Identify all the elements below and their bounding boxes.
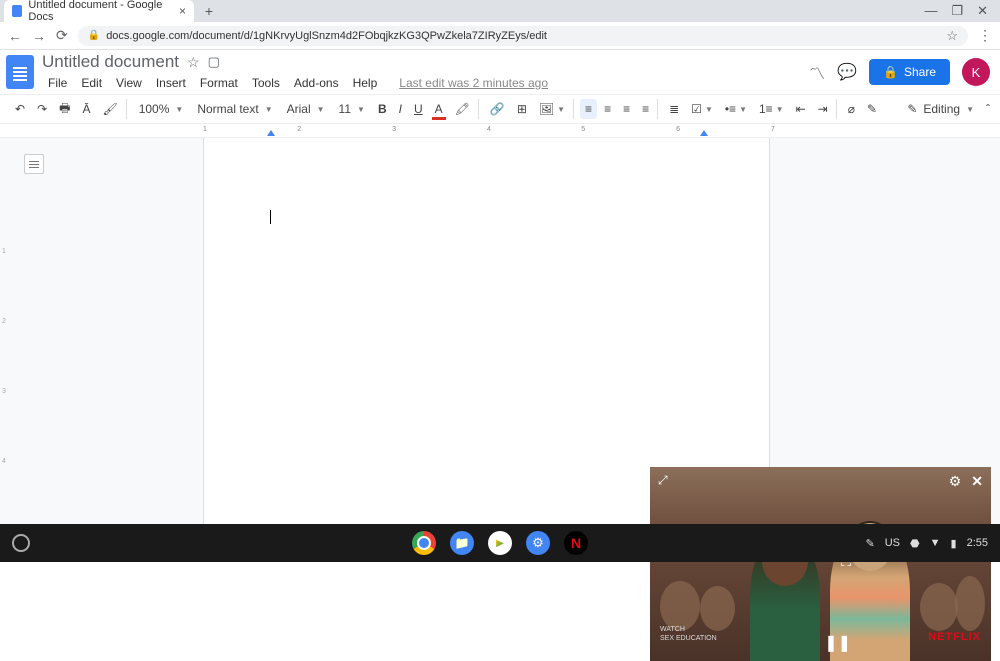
text-color-icon[interactable]: A: [430, 99, 448, 119]
print-icon[interactable]: 🖶: [54, 96, 75, 123]
docs-favicon: [12, 5, 22, 17]
move-folder-icon[interactable]: ▢: [208, 54, 220, 70]
star-document-icon[interactable]: ☆: [187, 54, 200, 71]
netflix-app-icon[interactable]: [564, 531, 588, 555]
horizontal-ruler[interactable]: 1 2 3 4 5 6 7: [0, 124, 1000, 138]
numbered-list-icon[interactable]: 1≡▼: [754, 99, 789, 119]
docs-logo-icon[interactable]: [6, 55, 34, 89]
ime-indicator[interactable]: US: [885, 537, 900, 549]
menu-edit[interactable]: Edit: [75, 74, 108, 92]
align-right-icon[interactable]: ≡: [618, 99, 635, 119]
system-tray[interactable]: ✎ US ⬣ ▼ ▮ 2:55: [866, 537, 988, 550]
lock-icon: 🔒: [88, 30, 100, 41]
pencil-icon: ✎: [907, 102, 917, 116]
address-bar: ← → ⟳ 🔒 docs.google.com/document/d/1gNKr…: [0, 22, 1000, 50]
undo-icon[interactable]: ↶: [10, 99, 30, 119]
align-left-icon[interactable]: ≡: [580, 99, 597, 119]
insert-link-icon[interactable]: 🔗: [485, 99, 510, 119]
align-justify-icon[interactable]: ≡: [637, 99, 658, 119]
italic-icon[interactable]: I: [394, 99, 407, 119]
menu-tools[interactable]: Tools: [246, 74, 286, 92]
share-button[interactable]: 🔒 Share: [869, 59, 950, 85]
back-icon[interactable]: ←: [8, 28, 22, 44]
user-avatar[interactable]: K: [962, 58, 990, 86]
underline-icon[interactable]: U: [409, 99, 428, 119]
url-text: docs.google.com/document/d/1gNKrvyUglSnz…: [106, 30, 547, 42]
zoom-dropdown[interactable]: 100%▼: [133, 100, 190, 118]
document-canvas: 1234 ⤢ ⚙ ✕ ⛶ ❚❚ WATCH SEX EDUCATION NETF…: [0, 138, 1000, 562]
right-indent-marker[interactable]: [700, 130, 708, 136]
menu-view[interactable]: View: [110, 74, 148, 92]
clock[interactable]: 2:55: [967, 537, 988, 549]
paint-format-icon[interactable]: 🖌: [97, 99, 126, 119]
pip-window[interactable]: ⤢ ⚙ ✕ ⛶ ❚❚ WATCH SEX EDUCATION NETFLIX: [650, 467, 991, 661]
wifi-icon[interactable]: ▼: [930, 537, 941, 549]
bold-icon[interactable]: B: [373, 99, 392, 119]
bulleted-list-icon[interactable]: •≡▼: [720, 99, 752, 119]
tab-title: Untitled document - Google Docs: [28, 0, 169, 23]
stylus-icon[interactable]: ✎: [866, 537, 875, 550]
styles-dropdown[interactable]: Normal text▼: [191, 100, 278, 118]
forward-icon[interactable]: →: [32, 28, 46, 44]
collapse-toolbar-icon[interactable]: ˆ: [986, 102, 990, 116]
input-tools-icon[interactable]: ✎: [862, 99, 882, 119]
browser-tab-strip: Untitled document - Google Docs × + — ❐ …: [0, 0, 1000, 22]
menu-bar: File Edit View Insert Format Tools Add-o…: [42, 74, 554, 92]
menu-help[interactable]: Help: [347, 74, 384, 92]
menu-file[interactable]: File: [42, 74, 73, 92]
browser-tab[interactable]: Untitled document - Google Docs ×: [4, 0, 194, 22]
document-outline-button[interactable]: [24, 154, 44, 174]
insert-image-icon[interactable]: 🖼▼: [534, 99, 574, 119]
settings-app-icon[interactable]: [526, 531, 550, 555]
increase-indent-icon[interactable]: ⇥: [813, 99, 837, 119]
browser-menu-icon[interactable]: ⋮: [978, 27, 992, 44]
left-indent-marker[interactable]: [267, 130, 275, 136]
notifications-icon[interactable]: ⬣: [910, 537, 920, 550]
activity-trend-icon[interactable]: 〽: [809, 60, 825, 84]
toolbar: ↶ ↷ 🖶 Ā 🖌 100%▼ Normal text▼ Arial▼ 11▼ …: [0, 94, 1000, 124]
docs-header: Untitled document ☆ ▢ File Edit View Ins…: [0, 50, 1000, 94]
spellcheck-icon[interactable]: Ā: [77, 99, 95, 119]
pip-back-icon[interactable]: ⤢: [658, 473, 668, 490]
reload-icon[interactable]: ⟳: [56, 27, 68, 44]
close-window-icon[interactable]: ✕: [977, 3, 988, 19]
line-spacing-icon[interactable]: ≣: [664, 99, 684, 119]
url-input[interactable]: 🔒 docs.google.com/document/d/1gNKrvyUglS…: [78, 26, 968, 46]
bookmark-star-icon[interactable]: ☆: [946, 28, 958, 44]
text-cursor: [270, 210, 271, 224]
taskbar: ✎ US ⬣ ▼ ▮ 2:55: [0, 524, 1000, 562]
maximize-icon[interactable]: ❐: [951, 3, 963, 19]
redo-icon[interactable]: ↷: [32, 99, 52, 119]
lock-share-icon: 🔒: [883, 65, 898, 79]
add-comment-icon[interactable]: ⊞: [512, 99, 532, 119]
decrease-indent-icon[interactable]: ⇤: [791, 99, 811, 119]
menu-addons[interactable]: Add-ons: [288, 74, 345, 92]
clear-formatting-icon[interactable]: ⌀: [843, 99, 860, 119]
menu-insert[interactable]: Insert: [150, 74, 192, 92]
launcher-icon[interactable]: [12, 534, 30, 552]
pip-watch-label: WATCH SEX EDUCATION: [660, 626, 717, 643]
checklist-icon[interactable]: ☑▼: [686, 99, 718, 119]
play-store-icon[interactable]: [488, 531, 512, 555]
font-size-dropdown[interactable]: 11▼: [333, 100, 371, 118]
battery-icon[interactable]: ▮: [951, 537, 957, 550]
new-tab-button[interactable]: +: [200, 2, 218, 20]
comments-icon[interactable]: 💬: [837, 62, 857, 82]
minimize-icon[interactable]: —: [924, 3, 937, 19]
align-center-icon[interactable]: ≡: [599, 99, 616, 119]
files-app-icon[interactable]: [450, 531, 474, 555]
font-dropdown[interactable]: Arial▼: [281, 100, 331, 118]
editing-mode-dropdown[interactable]: ✎ Editing ▼: [907, 102, 974, 116]
highlight-icon[interactable]: 🖍: [450, 99, 479, 119]
pip-close-icon[interactable]: ✕: [971, 473, 983, 490]
close-tab-icon[interactable]: ×: [179, 4, 186, 18]
last-edit-link[interactable]: Last edit was 2 minutes ago: [393, 74, 554, 92]
pip-pause-icon[interactable]: ❚❚: [824, 633, 851, 653]
pip-settings-icon[interactable]: ⚙: [949, 473, 962, 490]
chrome-app-icon[interactable]: [412, 531, 436, 555]
document-title[interactable]: Untitled document: [42, 52, 179, 72]
menu-format[interactable]: Format: [194, 74, 244, 92]
netflix-logo: NETFLIX: [928, 631, 981, 643]
window-controls: — ❐ ✕: [924, 3, 1000, 19]
